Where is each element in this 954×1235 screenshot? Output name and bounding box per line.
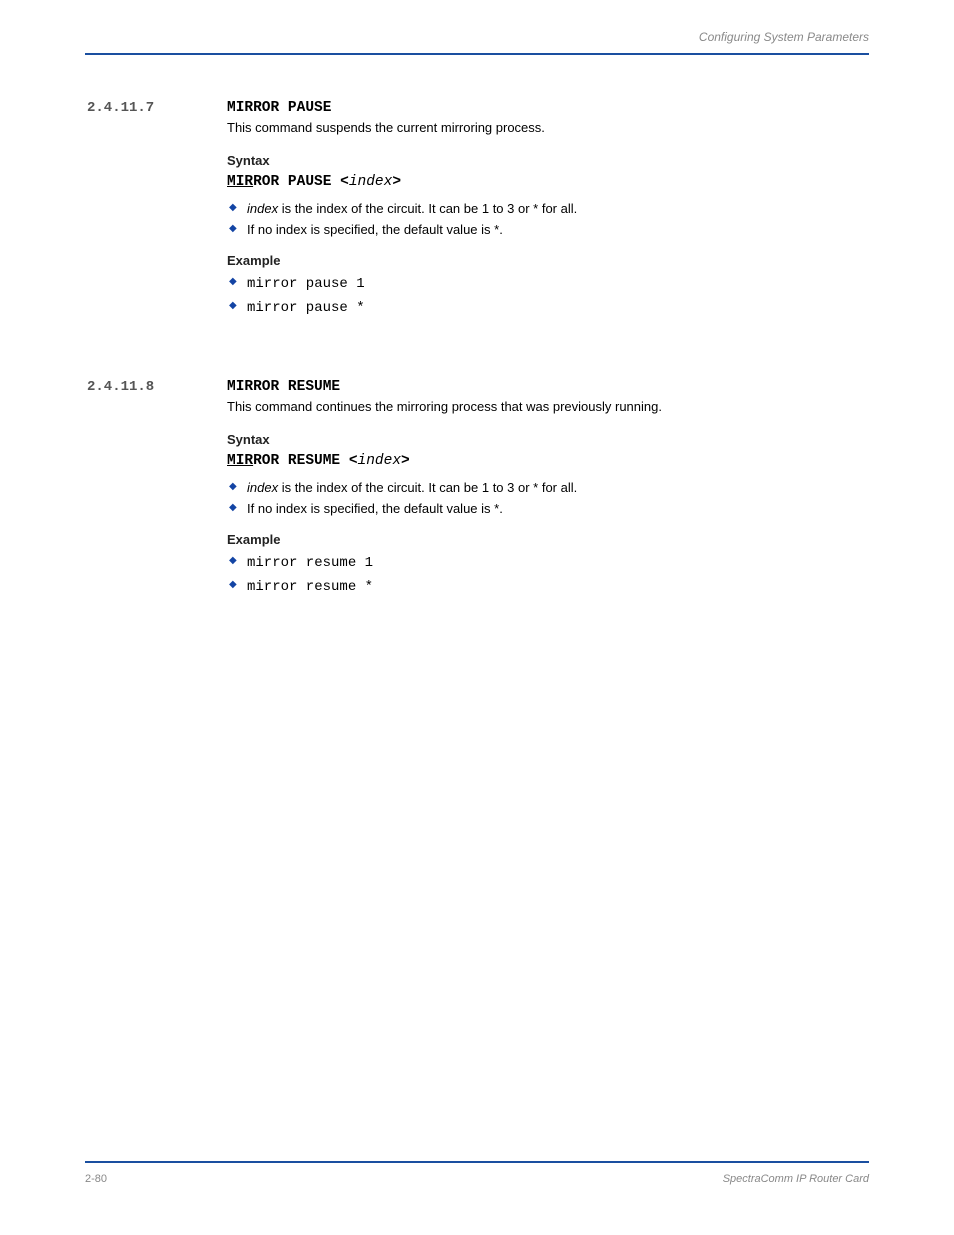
syntax-close: > xyxy=(392,174,401,190)
syntax-line: MIRROR PAUSE <index> xyxy=(227,174,854,190)
section-mirror-pause: 2.4.11.7 MIRROR PAUSE This command suspe… xyxy=(227,100,854,319)
syntax-label: Syntax xyxy=(227,432,854,447)
bullet-text: If no index is specified, the default va… xyxy=(247,501,503,516)
example-code: mirror pause 1 xyxy=(247,276,365,292)
command-name: MIRROR PAUSE xyxy=(227,100,331,116)
bullet-text: is the index of the circuit. It can be 1… xyxy=(278,201,577,216)
main-content: 2.4.11.7 MIRROR PAUSE This command suspe… xyxy=(227,100,854,657)
bullet-text: is the index of the circuit. It can be 1… xyxy=(278,480,577,495)
syntax-abbrev: MIR xyxy=(227,453,253,469)
syntax-line: MIRROR RESUME <index> xyxy=(227,453,854,469)
example-list: mirror pause 1 mirror pause * xyxy=(227,274,854,318)
param-label: index xyxy=(247,480,278,495)
example-label: Example xyxy=(227,253,854,268)
syntax-rest: ROR RESUME < xyxy=(253,453,357,469)
bullet-item: index is the index of the circuit. It ca… xyxy=(227,200,854,218)
section-mirror-resume: 2.4.11.8 MIRROR RESUME This command cont… xyxy=(227,379,854,598)
param-label: index xyxy=(247,201,278,216)
bullet-text: If no index is specified, the default va… xyxy=(247,222,503,237)
syntax-abbrev: MIR xyxy=(227,174,253,190)
section-number: 2.4.11.8 xyxy=(87,379,154,395)
example-list: mirror resume 1 mirror resume * xyxy=(227,553,854,597)
example-code: mirror resume * xyxy=(247,579,373,595)
example-item: mirror resume * xyxy=(227,577,854,598)
example-label: Example xyxy=(227,532,854,547)
syntax-bullets: index is the index of the circuit. It ca… xyxy=(227,479,854,518)
syntax-bullets: index is the index of the circuit. It ca… xyxy=(227,200,854,239)
bottom-rule xyxy=(85,1161,869,1163)
section-description: This command continues the mirroring pro… xyxy=(227,399,854,414)
syntax-label: Syntax xyxy=(227,153,854,168)
section-heading: 2.4.11.7 MIRROR PAUSE xyxy=(227,100,854,116)
top-rule xyxy=(85,53,869,55)
command-name: MIRROR RESUME xyxy=(227,379,340,395)
example-code: mirror resume 1 xyxy=(247,555,373,571)
syntax-param: index xyxy=(358,453,402,469)
example-code: mirror pause * xyxy=(247,300,365,316)
page-number: 2-80 xyxy=(85,1173,107,1185)
bullet-item: If no index is specified, the default va… xyxy=(227,500,854,518)
example-item: mirror pause 1 xyxy=(227,274,854,295)
footer-title: SpectraComm IP Router Card xyxy=(723,1173,869,1185)
section-number: 2.4.11.7 xyxy=(87,100,154,116)
syntax-rest: ROR PAUSE < xyxy=(253,174,349,190)
section-heading: 2.4.11.8 MIRROR RESUME xyxy=(227,379,854,395)
example-item: mirror pause * xyxy=(227,298,854,319)
bullet-item: If no index is specified, the default va… xyxy=(227,221,854,239)
syntax-close: > xyxy=(401,453,410,469)
section-description: This command suspends the current mirror… xyxy=(227,120,854,135)
syntax-param: index xyxy=(349,174,393,190)
bullet-item: index is the index of the circuit. It ca… xyxy=(227,479,854,497)
page-header: Configuring System Parameters xyxy=(699,30,869,44)
example-item: mirror resume 1 xyxy=(227,553,854,574)
